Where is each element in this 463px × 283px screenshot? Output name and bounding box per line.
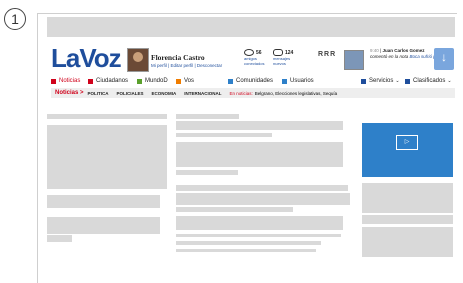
text-placeholder — [47, 217, 160, 234]
edit-profile-link[interactable]: Editar perfil — [170, 63, 193, 68]
people-icon — [244, 49, 254, 56]
nav-item-servicios[interactable]: Servicios ⌄ — [361, 78, 400, 84]
mail-icon — [273, 49, 283, 56]
text-placeholder — [176, 241, 321, 245]
subnav-item-economia[interactable]: ECONOMIA — [152, 91, 177, 96]
text-placeholder — [176, 121, 343, 130]
image-placeholder — [47, 125, 167, 189]
avatar[interactable] — [127, 48, 149, 72]
breaking-topics[interactable]: Belgrano, Elecciones legislativas, Sequí… — [255, 91, 337, 96]
sidebar-block-placeholder — [362, 183, 453, 213]
nav-item-usuarios[interactable]: Usuarios — [282, 78, 314, 84]
section-subnav: Noticias > POLITICA POLICIALES ECONOMIA … — [51, 88, 455, 98]
play-icon[interactable]: ▷ — [396, 135, 418, 150]
profile-link[interactable]: Mi perfil — [151, 63, 167, 68]
messages-stat[interactable]: 124 mensajes nuevos — [273, 49, 293, 66]
chevron-down-icon: ⌄ — [395, 78, 400, 84]
headline-placeholder — [47, 114, 167, 119]
chevron-down-icon: ⌄ — [447, 78, 452, 84]
sidebar-block-placeholder — [362, 227, 453, 257]
nav-item-vos[interactable]: Vos — [176, 78, 194, 84]
nav-item-noticias[interactable]: Noticias — [51, 78, 80, 84]
text-placeholder — [176, 170, 238, 175]
text-placeholder — [176, 249, 316, 252]
nav-item-comunidades[interactable]: Comunidades — [228, 78, 273, 84]
headline-placeholder — [176, 114, 239, 119]
sidebar-block-placeholder — [362, 215, 453, 224]
nav-item-ciudadanos[interactable]: Ciudadanos — [88, 78, 128, 84]
subnav-item-politica[interactable]: POLITICA — [88, 91, 109, 96]
browser-bar-placeholder — [47, 17, 455, 37]
site-logo[interactable]: LaVoz — [51, 45, 122, 71]
video-player[interactable] — [362, 123, 453, 177]
text-placeholder — [47, 195, 160, 208]
friends-stat[interactable]: 56 amigos conectados — [244, 49, 264, 66]
text-placeholder — [176, 133, 272, 137]
reactions-icon[interactable]: RRR — [318, 51, 336, 58]
logout-link[interactable]: Desconectar — [197, 63, 222, 68]
text-placeholder — [47, 235, 72, 242]
subnav-item-internacional[interactable]: INTERNACIONAL — [184, 91, 221, 96]
download-arrow-icon[interactable]: ↓ — [434, 48, 454, 70]
text-placeholder — [176, 185, 348, 191]
text-placeholder — [176, 216, 343, 230]
user-links: Mi perfil | Editar perfil | Desconectar — [151, 63, 223, 68]
text-placeholder — [176, 142, 343, 167]
step-number-badge: 1 — [4, 8, 26, 30]
subnav-item-policiales[interactable]: POLICIALES — [117, 91, 144, 96]
text-placeholder — [176, 193, 350, 205]
nav-item-mundod[interactable]: MundoD — [137, 78, 168, 84]
section-label[interactable]: Noticias > — [55, 90, 84, 96]
breaking-label: En noticias: — [229, 90, 253, 96]
text-placeholder — [176, 207, 293, 212]
text-placeholder — [176, 234, 341, 237]
nav-item-clasificados[interactable]: Clasificados ⌄ — [405, 78, 452, 84]
notification-thumbnail[interactable] — [344, 50, 364, 70]
user-name[interactable]: Florencia Castro — [151, 53, 205, 62]
